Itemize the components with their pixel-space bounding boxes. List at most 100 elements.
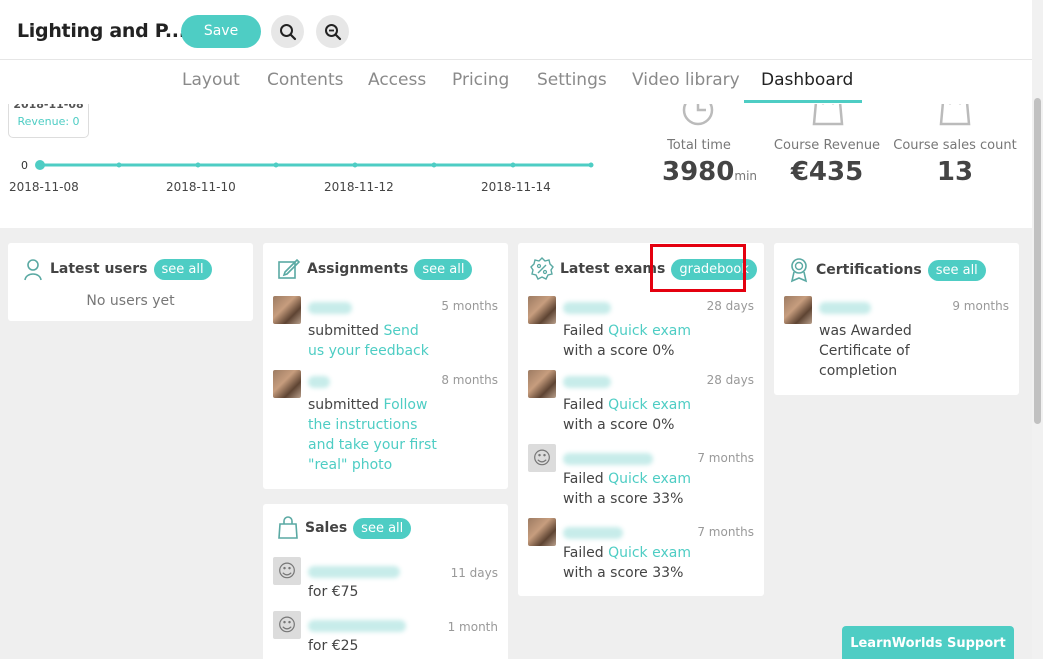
see-all-assignments-button[interactable]: see all (414, 258, 473, 280)
card-title: Certifications (816, 262, 922, 278)
avatar (273, 296, 301, 324)
avatar: ☺ (273, 611, 301, 639)
tab-access[interactable]: Access (368, 70, 426, 90)
tab-layout[interactable]: Layout (182, 70, 240, 90)
exam-link[interactable]: Quick exam (608, 323, 691, 339)
tab-pricing[interactable]: Pricing (452, 70, 509, 90)
stat-label: Course sales count (893, 138, 1017, 153)
list-item: 28 days Failed Quick exam with a score 0… (528, 296, 754, 366)
x-tick-label: 2018-11-14 (481, 180, 551, 194)
avatar (528, 296, 556, 324)
user-name (308, 302, 352, 314)
buyer-name (308, 620, 406, 632)
exam-link[interactable]: Quick exam (608, 471, 691, 487)
item-time: 7 months (697, 525, 754, 539)
top-bar: Lighting and P... Save (0, 0, 1032, 60)
card-title: Sales (305, 520, 348, 536)
list-item: 5 months submitted Send us your feedback (273, 296, 498, 366)
see-all-users-button[interactable]: see all (153, 258, 212, 280)
certifications-card: Certifications see all 9 months was Awar… (774, 243, 1019, 395)
stat-label: Total time (667, 138, 731, 153)
timeline-point (588, 162, 594, 168)
timeline-point (510, 162, 516, 168)
card-title: Assignments (307, 261, 409, 277)
zoom-out-icon (324, 23, 341, 40)
item-time: 28 days (706, 299, 754, 313)
avatar (784, 296, 812, 324)
list-item: ☺ 11 days for €75 (273, 557, 498, 605)
avatar: ☺ (528, 444, 556, 472)
stat-value: 13 (936, 157, 974, 187)
stat-value: 3980min (662, 157, 758, 187)
timeline-point (352, 162, 358, 168)
sales-card: Sales see all ☺ 11 days for €75 ☺ 1 mont… (263, 504, 508, 659)
tab-video-library[interactable]: Video library (632, 70, 740, 90)
item-text: for €75 (308, 584, 359, 600)
avatar (528, 518, 556, 546)
list-item: 9 months was Awarded Certificate of comp… (784, 296, 1009, 386)
zoom-out-button[interactable] (316, 15, 349, 48)
highlight-box (650, 244, 746, 292)
tab-dashboard[interactable]: Dashboard (761, 70, 853, 90)
latest-exams-card: Latest exams gradebook 28 days Failed Qu… (518, 243, 764, 596)
item-time: 9 months (952, 299, 1009, 313)
see-all-certifications-button[interactable]: see all (927, 259, 986, 281)
user-name (563, 527, 623, 539)
stat-sales-count: Course sales count 13 (893, 138, 1017, 187)
save-button[interactable]: Save (181, 15, 261, 48)
assignments-card: Assignments see all 5 months submitted S… (263, 243, 508, 489)
shopping-bag-icon (939, 104, 971, 126)
list-item: 28 days Failed Quick exam with a score 0… (528, 370, 754, 440)
search-button[interactable] (271, 15, 304, 48)
course-title: Lighting and P... (17, 20, 186, 42)
timeline-point (116, 162, 122, 168)
item-text: Failed Quick exam with a score 33% (563, 471, 691, 507)
item-text: was Awarded Certificate of completion (819, 323, 912, 379)
stat-label: Course Revenue (773, 138, 881, 153)
list-item: ☺ 1 month for €25 (273, 611, 498, 659)
stat-value: €435 (790, 157, 864, 187)
avatar (528, 370, 556, 398)
x-tick-label: 2018-11-10 (166, 180, 236, 194)
item-time: 7 months (697, 451, 754, 465)
shopping-bag-icon (278, 516, 298, 539)
item-text: Failed Quick exam with a score 0% (563, 397, 691, 433)
item-time: 28 days (706, 373, 754, 387)
exam-link[interactable]: Quick exam (608, 545, 691, 561)
tab-settings[interactable]: Settings (537, 70, 607, 90)
user-name (563, 376, 611, 388)
avatar (273, 370, 301, 398)
timeline-point (273, 162, 279, 168)
user-name (563, 453, 653, 465)
search-icon (279, 23, 296, 40)
support-button[interactable]: LearnWorlds Support (842, 626, 1014, 659)
user-icon (24, 259, 42, 281)
summary-panel: 2018-11-08 Revenue: 0 0 2018-11-08 2018-… (0, 104, 1032, 228)
x-tick-label: 2018-11-08 (9, 180, 79, 194)
card-title: Latest users (50, 261, 148, 277)
list-item: 7 months Failed Quick exam with a score … (528, 518, 754, 588)
timeline-point (35, 160, 45, 170)
item-text: submitted Send us your feedback (308, 323, 429, 359)
list-item: ☺ 7 months Failed Quick exam with a scor… (528, 444, 754, 514)
item-time: 11 days (450, 566, 498, 580)
user-name (308, 376, 330, 388)
tab-contents[interactable]: Contents (267, 70, 343, 90)
stat-total-time: Total time 3980min (662, 138, 758, 187)
shopping-bag-icon (812, 104, 844, 126)
buyer-name (308, 566, 400, 578)
item-time: 5 months (441, 299, 498, 313)
award-ribbon-icon (790, 258, 808, 283)
exam-link[interactable]: Quick exam (608, 397, 691, 413)
see-all-sales-button[interactable]: see all (353, 517, 412, 539)
timeline-point (195, 162, 201, 168)
edit-icon (278, 258, 301, 279)
scrollbar-thumb[interactable] (1034, 98, 1041, 424)
item-text: submitted Follow the instructions and ta… (308, 397, 437, 473)
user-name (819, 302, 871, 314)
list-item: 8 months submitted Follow the instructio… (273, 370, 498, 480)
clock-icon (682, 104, 714, 126)
item-time: 1 month (447, 620, 498, 634)
revenue-timeline (35, 160, 594, 170)
latest-users-card: Latest users see all No users yet (8, 243, 253, 321)
